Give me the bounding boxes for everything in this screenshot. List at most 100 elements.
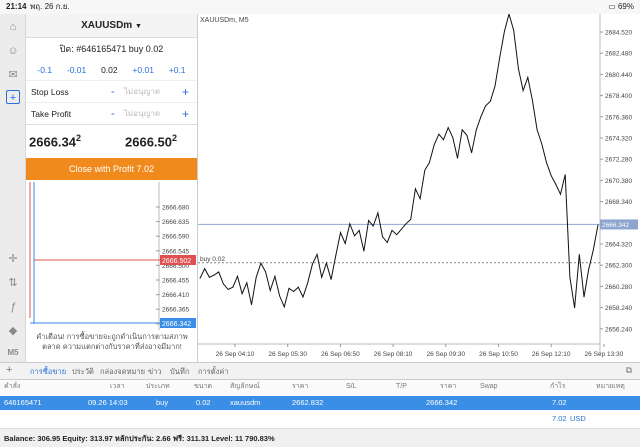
- price-point: [490, 101, 491, 102]
- home-icon[interactable]: ⌂: [6, 20, 20, 34]
- col-swap: Swap: [480, 380, 498, 394]
- col-price-current: ราคา: [440, 380, 456, 394]
- price-point: [401, 229, 402, 230]
- price-point: [293, 291, 294, 292]
- price-point: [462, 129, 463, 130]
- tab-journal[interactable]: บันทึก: [170, 363, 189, 380]
- price-point: [242, 293, 243, 294]
- function-icon[interactable]: ƒ: [6, 300, 20, 314]
- vol-minus-0.01[interactable]: -0.01: [67, 60, 86, 80]
- tab-news[interactable]: ข่าว: [148, 363, 162, 380]
- y-tick-label: 2662.300: [605, 263, 632, 270]
- price-point: [541, 144, 542, 145]
- person-icon[interactable]: ☺: [6, 44, 20, 58]
- volume-value[interactable]: 0.02: [101, 60, 118, 80]
- price-point: [237, 276, 238, 277]
- status-date: พฤ. 26 ก.ย.: [30, 0, 70, 14]
- x-tick-label: 26 Sep 12:10: [532, 351, 571, 358]
- add-icon[interactable]: +: [6, 364, 12, 376]
- volume-buttons: -0.1 -0.01 0.02 +0.01 +0.1: [26, 60, 197, 80]
- price-point: [438, 134, 439, 135]
- order-line-label: buy 0.02: [200, 256, 225, 263]
- price-point: [518, 68, 519, 69]
- col-type: ประเภท: [146, 380, 170, 394]
- price-point: [214, 275, 215, 276]
- timeframe-button[interactable]: M5: [5, 346, 21, 360]
- price-point: [424, 170, 425, 171]
- terminal-tabs: + การซื้อขาย ประวัติ กล่องจดหมาย ข่าว บั…: [0, 362, 640, 380]
- price-point: [251, 304, 252, 305]
- price-point: [331, 279, 332, 280]
- y-tick-label: 2658.240: [605, 305, 632, 312]
- bid-price-main: 2666.34: [29, 134, 76, 149]
- price-point: [275, 276, 276, 277]
- mini-tick-label: 2666.635: [162, 219, 189, 226]
- row-price-open: 2662.832: [292, 396, 323, 410]
- crosshair-icon[interactable]: ✛: [6, 252, 20, 266]
- col-symbol: สัญลักษณ์: [230, 380, 260, 394]
- price-point: [265, 272, 266, 273]
- price-point: [495, 86, 496, 87]
- price-point: [349, 223, 350, 224]
- stop-loss-plus-button[interactable]: +: [182, 81, 189, 103]
- price-point: [218, 272, 219, 273]
- tab-history[interactable]: ประวัติ: [72, 363, 94, 380]
- take-profit-plus-button[interactable]: +: [182, 103, 189, 125]
- price-point: [570, 277, 571, 278]
- col-order: คำสั่ง: [4, 380, 20, 394]
- bid-price-pip: 2: [76, 133, 81, 143]
- price-point: [574, 308, 575, 309]
- profit-summary: 7.02 USD: [0, 412, 640, 426]
- vol-minus-0.1[interactable]: -0.1: [37, 60, 52, 80]
- price-point: [471, 152, 472, 153]
- price-point: [584, 297, 585, 298]
- take-profit-row: Take Profit - ไม่อนุญาต +: [26, 102, 197, 124]
- stop-loss-minus-button[interactable]: -: [111, 81, 115, 103]
- mini-tick-label: 2666.455: [162, 278, 189, 285]
- price-point: [420, 198, 421, 199]
- summary-currency: USD: [570, 412, 586, 426]
- price-point: [307, 282, 308, 283]
- col-price-open: ราคา: [292, 380, 308, 394]
- objects-icon[interactable]: ◆: [6, 324, 20, 338]
- vol-plus-0.01[interactable]: +0.01: [132, 60, 154, 80]
- price-point: [434, 145, 435, 146]
- x-tick-label: 26 Sep 08:10: [374, 351, 413, 358]
- price-chart[interactable]: XAUUSDm, M5 2684.5202682.4802680.4402678…: [198, 14, 640, 362]
- tab-settings[interactable]: การตั้งค่า: [198, 363, 229, 380]
- vol-plus-0.1[interactable]: +0.1: [169, 60, 186, 80]
- table-row[interactable]: 646165471 09.26 14:03 buy 0.02 xauusdm 2…: [0, 396, 640, 410]
- ticket-title: ปิด: #646165471 buy 0.02: [26, 38, 197, 60]
- price-point: [452, 137, 453, 138]
- price-point: [223, 284, 224, 285]
- price-point: [298, 287, 299, 288]
- price-point: [256, 277, 257, 278]
- close-with-profit-button[interactable]: Close with Profit 7.02: [26, 158, 197, 180]
- price-point: [303, 297, 304, 298]
- tab-mailbox[interactable]: กล่องจดหมาย: [100, 363, 145, 380]
- symbol-selector[interactable]: XAUUSDm ▼: [26, 14, 197, 38]
- indicator-icon[interactable]: ⇅: [6, 276, 20, 290]
- price-point: [551, 175, 552, 176]
- layout-icon[interactable]: ⧉: [626, 365, 632, 376]
- left-toolbar: ⌂ ☺ ✉ + ✛ ⇅ ƒ ◆ M5: [0, 14, 26, 362]
- price-point: [560, 194, 561, 195]
- x-tick-label: 26 Sep 10:50: [479, 351, 518, 358]
- take-profit-minus-button[interactable]: -: [111, 103, 115, 125]
- price-point: [443, 139, 444, 140]
- y-tick-label: 2660.280: [605, 284, 632, 291]
- chat-icon[interactable]: ✉: [6, 68, 20, 82]
- stop-loss-field[interactable]: ไม่อนุญาต: [124, 81, 160, 103]
- add-order-icon[interactable]: +: [6, 90, 20, 104]
- price-point: [448, 127, 449, 128]
- price-point: [317, 254, 318, 255]
- take-profit-field[interactable]: ไม่อนุญาต: [124, 103, 160, 125]
- x-tick-label: 26 Sep 09:30: [426, 351, 465, 358]
- y-tick-label: 2668.340: [605, 199, 632, 206]
- take-profit-label: Take Profit: [31, 103, 71, 125]
- status-time: 21:14: [6, 0, 26, 14]
- price-point: [326, 263, 327, 264]
- price-chart-svg: XAUUSDm, M5 2684.5202682.4802680.4402678…: [198, 14, 640, 362]
- mini-tick-label: 2666.410: [162, 292, 189, 299]
- price-point: [204, 268, 205, 269]
